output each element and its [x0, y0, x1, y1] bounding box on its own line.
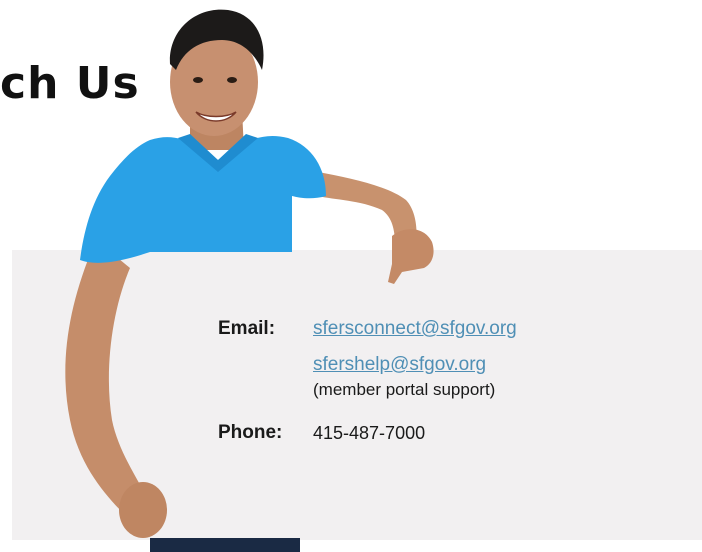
email-link-sfersconnect[interactable]: sfersconnect@sfgov.org: [313, 316, 688, 342]
email-values: sfersconnect@sfgov.org sfershelp@sfgov.o…: [313, 316, 688, 402]
contact-info: Email: sfersconnect@sfgov.org sfershelp@…: [218, 316, 688, 446]
phone-value: 415-487-7000: [313, 423, 426, 443]
email-secondary-note: (member portal support): [313, 380, 496, 399]
email-row: Email: sfersconnect@sfgov.org sfershelp@…: [218, 316, 688, 402]
phone-label: Phone:: [218, 422, 283, 443]
phone-row: Phone: 415-487-7000: [218, 420, 688, 446]
person-illustration: [65, 9, 434, 552]
email-link-sfershelp[interactable]: sfershelp@sfgov.org: [313, 352, 688, 378]
email-label: Email:: [218, 318, 276, 339]
